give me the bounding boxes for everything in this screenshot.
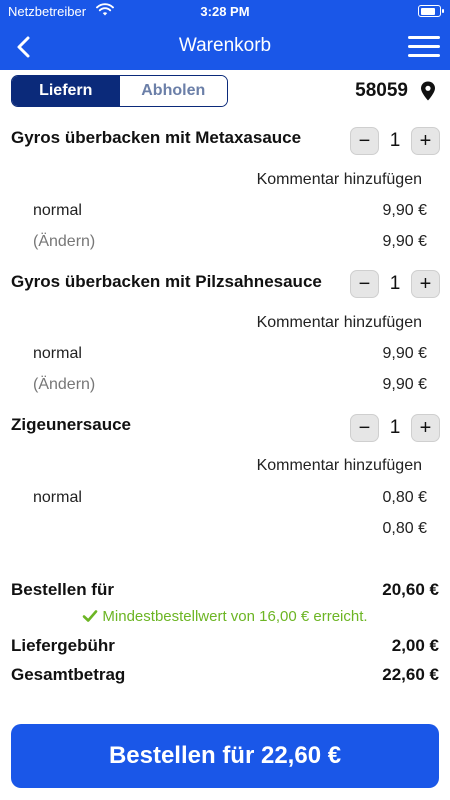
increase-quantity-button[interactable]: +	[411, 127, 440, 155]
minus-icon: −	[358, 129, 371, 152]
minus-icon: −	[358, 416, 371, 439]
battery-icon	[418, 5, 444, 17]
tab-abholen[interactable]: Abholen	[119, 76, 227, 106]
hamburger-menu-icon	[408, 36, 440, 39]
status-bar: Netzbetreiber 3:28 PM	[0, 0, 450, 22]
delivery-fee-label: Liefergebühr	[11, 636, 115, 655]
item-option: normal	[33, 489, 82, 506]
add-comment-link[interactable]: Kommentar hinzufügen	[257, 457, 422, 475]
increase-quantity-button[interactable]: +	[411, 414, 440, 442]
item-total: 9,90 €	[382, 376, 427, 393]
increase-quantity-button[interactable]: +	[411, 270, 440, 298]
hamburger-line	[408, 54, 440, 57]
add-comment-link[interactable]: Kommentar hinzufügen	[257, 171, 422, 189]
subtotal-label: Bestellen für	[11, 580, 114, 599]
add-comment-link[interactable]: Kommentar hinzufügen	[257, 314, 422, 332]
cart-item-name: Gyros überbacken mit Pilzsahnesauce	[11, 272, 322, 291]
delivery-fee-value: 2,00 €	[391, 636, 439, 655]
plus-icon: +	[419, 416, 432, 439]
item-total: 0,80 €	[382, 520, 427, 537]
plus-icon: +	[419, 129, 432, 152]
place-order-button[interactable]: Bestellen für 22,60 €	[11, 724, 439, 788]
min-order-notice: Mindestbestellwert von 16,00 € erreicht.	[0, 608, 450, 625]
item-option-price: 0,80 €	[382, 489, 427, 506]
cart-item-name: Zigeunersauce	[11, 415, 131, 434]
checkmark-icon	[83, 610, 98, 622]
quantity-value: 1	[389, 417, 401, 438]
postal-code[interactable]: 58059	[355, 80, 408, 102]
decrease-quantity-button[interactable]: −	[350, 127, 379, 155]
decrease-quantity-button[interactable]: −	[350, 414, 379, 442]
item-option: normal	[33, 345, 82, 362]
item-option-price: 9,90 €	[382, 345, 427, 362]
cart-item-name: Gyros überbacken mit Metaxasauce	[11, 128, 302, 147]
map-pin-icon[interactable]	[420, 81, 436, 101]
status-time: 3:28 PM	[200, 4, 250, 19]
quantity-value: 1	[389, 130, 401, 151]
item-option-price: 9,90 €	[382, 202, 427, 219]
hamburger-line	[408, 45, 440, 48]
top-bar: Netzbetreiber 3:28 PM Warenkorb	[0, 0, 450, 70]
subtotal-value: 20,60 €	[382, 580, 439, 599]
item-total: 9,90 €	[382, 233, 427, 250]
delivery-mode-toggle: Liefern Abholen	[11, 75, 228, 107]
minus-icon: −	[358, 272, 371, 295]
total-value: 22,60 €	[382, 665, 439, 684]
menu-button[interactable]	[408, 35, 440, 59]
battery-level	[420, 7, 435, 15]
item-option: normal	[33, 202, 82, 219]
decrease-quantity-button[interactable]: −	[350, 270, 379, 298]
page-title: Warenkorb	[178, 35, 272, 56]
plus-icon: +	[419, 272, 432, 295]
change-item-link[interactable]: (Ändern)	[33, 376, 95, 394]
change-item-link[interactable]: (Ändern)	[33, 233, 95, 251]
quantity-value: 1	[389, 273, 401, 294]
tab-liefern[interactable]: Liefern	[12, 76, 120, 106]
min-order-notice-text: Mindestbestellwert von 16,00 € erreicht.	[102, 608, 368, 625]
total-label: Gesamtbetrag	[11, 665, 126, 684]
